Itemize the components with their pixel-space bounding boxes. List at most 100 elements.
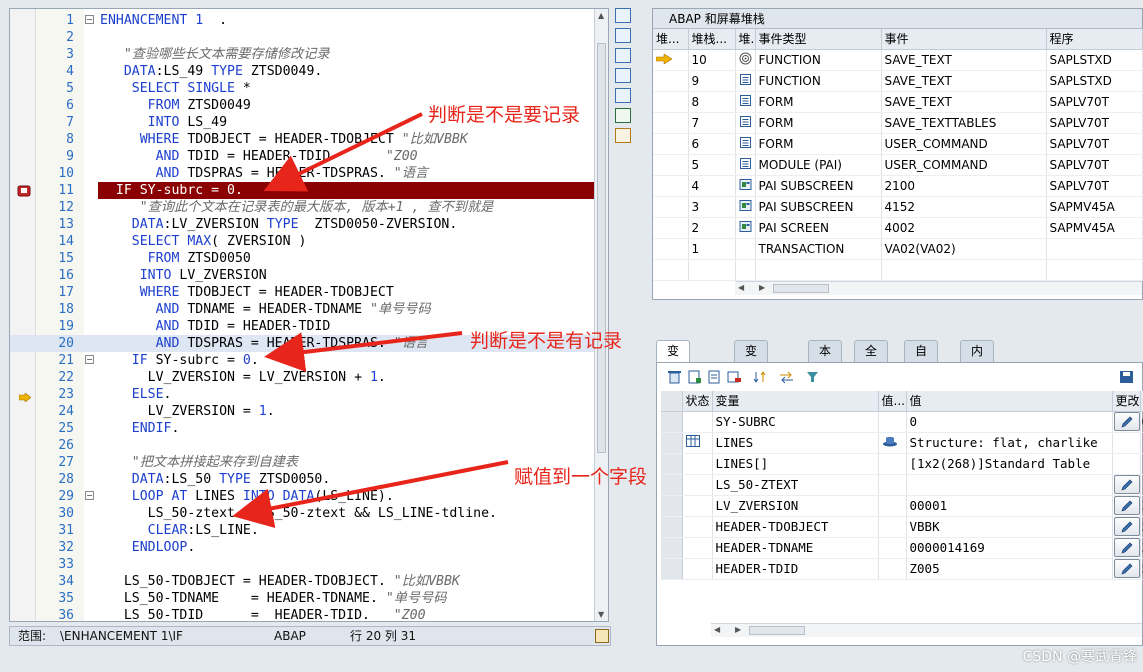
breakpoint-icon[interactable] (17, 184, 31, 197)
stack-row[interactable]: 8 FORM SAVE_TEXT SAPLV70T (653, 91, 1143, 113)
editor-vertical-scrollbar[interactable]: ▲ ▼ (594, 9, 608, 621)
tab-2[interactable]: 本地 (808, 340, 843, 379)
detail-view-icon[interactable] (882, 435, 898, 447)
code-line[interactable]: 25 ENDIF. (10, 420, 598, 437)
insert-icon[interactable] (687, 370, 702, 384)
stack-row[interactable]: 7 FORM SAVE_TEXTTABLES SAPLV70T (653, 112, 1143, 134)
delete-icon[interactable] (667, 370, 682, 384)
variable-column-header[interactable]: 值 (906, 391, 1113, 412)
code-line[interactable]: 10 AND TDSPRAS = HEADER-TDSPRAS. "语言 (10, 165, 598, 182)
stack-column-header[interactable]: 堆栈... (688, 29, 736, 50)
stack-scroll-thumb[interactable] (773, 284, 829, 293)
code-line[interactable]: 30 LS_50-ztext = LS_50-ztext && LS_LINE-… (10, 505, 598, 522)
row-selector[interactable] (661, 474, 683, 496)
variable-row[interactable]: HEADER-TDIDZ0055 (661, 558, 1143, 580)
tab-4[interactable]: 自动 (904, 340, 939, 379)
tab-1[interactable]: 变量 2 (734, 340, 769, 400)
code-line[interactable]: 24 LV_ZVERSION = 1. (10, 403, 598, 420)
notes-icon[interactable] (595, 629, 609, 643)
code-line[interactable]: 5 SELECT SINGLE * (10, 80, 598, 97)
copy-icon[interactable] (707, 370, 722, 384)
code-line[interactable]: 14 SELECT MAX( ZVERSION ) (10, 233, 598, 250)
scroll-thumb[interactable] (597, 43, 606, 453)
code-line[interactable]: 2 (10, 29, 598, 46)
edit-pencil-icon[interactable] (1113, 517, 1139, 536)
variable-column-header[interactable]: 状态 (682, 391, 713, 412)
code-line[interactable]: 26 (10, 437, 598, 454)
code-line[interactable]: 11 IF SY-subrc = 0. (10, 182, 598, 199)
stack-column-header[interactable]: 堆... (653, 29, 689, 50)
layout-icon[interactable] (615, 48, 631, 63)
fold-toggle-icon[interactable]: − (85, 355, 94, 364)
stack-horizontal-scrollbar[interactable]: ◀ ▶ (735, 281, 1142, 295)
remove-row-icon[interactable] (727, 370, 742, 384)
code-line[interactable]: 16 INTO LV_ZVERSION (10, 267, 598, 284)
code-line[interactable]: 22 LV_ZVERSION = LV_ZVERSION + 1. (10, 369, 598, 386)
variable-column-header[interactable]: 更改 (1112, 391, 1141, 412)
scroll-down-icon[interactable]: ▼ (598, 610, 604, 619)
code-line[interactable]: 36 LS_50-TDID = HEADER-TDID. "Z00 (10, 607, 598, 621)
stack-row[interactable]: 3 PAI SUBSCREEN 4152 SAPMV45A (653, 196, 1143, 218)
code-line[interactable]: 12 "查询此个文本在记录表的最大版本, 版本+1 , 查不到就是 (10, 199, 598, 216)
stack-row[interactable]: 4 PAI SUBSCREEN 2100 SAPLV70T (653, 175, 1143, 197)
code-line[interactable]: 8 WHERE TDOBJECT = HEADER-TDOBJECT "比如VB… (10, 131, 598, 148)
tab-0[interactable]: 变量 1 (656, 340, 691, 400)
filter-icon[interactable] (805, 370, 820, 384)
code-line[interactable]: 28 DATA:LS_50 TYPE ZTSD0050. (10, 471, 598, 488)
variable-column-header[interactable]: 变量 (712, 391, 879, 412)
tab-3[interactable]: 全局 (854, 340, 889, 379)
edit-pencil-icon[interactable] (1113, 412, 1139, 431)
stack-row[interactable]: 9 FUNCTION SAVE_TEXT SAPLSTXD (653, 70, 1143, 92)
stack-row[interactable]: 6 FORM USER_COMMAND SAPLV70T (653, 133, 1143, 155)
stack-row[interactable]: 1 TRANSACTION VA02(VA02) (653, 238, 1143, 260)
code-line[interactable]: 1 − ENHANCEMENT 1 . (10, 12, 598, 29)
row-selector[interactable] (661, 516, 683, 538)
code-line[interactable]: 4 DATA:LS_49 TYPE ZTSD0049. (10, 63, 598, 80)
variable-row[interactable]: HEADER-TDOBJECTVBBK5 (661, 516, 1143, 538)
variable-row[interactable]: HEADER-TDNAME00000141693 (661, 537, 1143, 559)
code-line[interactable]: 9 AND TDID = HEADER-TDID "Z00 (10, 148, 598, 165)
code-line[interactable]: 32 ENDLOOP. (10, 539, 598, 556)
tools-icon[interactable] (615, 128, 631, 143)
edit-pencil-icon[interactable] (1113, 496, 1139, 515)
transfer-icon[interactable] (779, 370, 794, 384)
code-line[interactable]: 27 "把文本拼接起来存到自建表 (10, 454, 598, 471)
var-scroll-thumb[interactable] (749, 626, 805, 635)
code-line[interactable]: 18 AND TDNAME = HEADER-TDNAME "单号号码 (10, 301, 598, 318)
code-line[interactable]: 17 WHERE TDOBJECT = HEADER-TDOBJECT (10, 284, 598, 301)
scroll-left-icon[interactable]: ◀ (738, 283, 744, 292)
variables-horizontal-scrollbar[interactable]: ◀ ▶ (711, 623, 1142, 637)
resize-horizontal-icon[interactable] (615, 88, 631, 103)
row-selector[interactable] (661, 453, 683, 475)
code-line[interactable]: 29 − LOOP AT LINES INTO DATA(LS_LINE). (10, 488, 598, 505)
stack-column-header[interactable]: 事件类型 (755, 29, 882, 50)
stack-row[interactable] (653, 259, 1143, 281)
row-selector[interactable] (661, 495, 683, 517)
edit-pencil-icon[interactable] (1113, 559, 1139, 578)
stack-row[interactable]: 5 MODULE (PAI) USER_COMMAND SAPLV70T (653, 154, 1143, 176)
scroll-up-icon[interactable]: ▲ (598, 11, 604, 20)
code-line[interactable]: 21 − IF SY-subrc = 0. (10, 352, 598, 369)
code-line[interactable]: 13 DATA:LV_ZVERSION TYPE ZTSD0050-ZVERSI… (10, 216, 598, 233)
row-selector[interactable] (661, 558, 683, 580)
fold-toggle-icon[interactable]: − (85, 491, 94, 500)
variable-row[interactable]: LINES Structure: flat, charlike (661, 432, 1143, 454)
variable-row[interactable]: LINES[] [1x2(268)]Standard Table (661, 453, 1143, 475)
swap-icon[interactable] (615, 108, 631, 123)
row-selector[interactable] (661, 411, 683, 433)
edit-pencil-icon[interactable] (1113, 475, 1139, 494)
close-window-icon[interactable] (615, 8, 631, 23)
fold-toggle-icon[interactable]: − (85, 15, 94, 24)
code-line[interactable]: 3 "查验哪些长文本需要存储修改记录 (10, 46, 598, 63)
edit-pencil-icon[interactable] (1113, 538, 1139, 557)
maximize-icon[interactable] (615, 68, 631, 83)
code-line[interactable]: 23 ELSE. (10, 386, 598, 403)
stack-row[interactable]: 10 FUNCTION SAVE_TEXT SAPLSTXD (653, 49, 1143, 71)
code-line[interactable]: 33 (10, 556, 598, 573)
save-icon[interactable] (1119, 370, 1134, 384)
variable-row[interactable]: LS_50-ZTEXT (661, 474, 1143, 496)
stack-column-header[interactable]: 堆. (735, 29, 756, 50)
code-line[interactable]: 15 FROM ZTSD0050 (10, 250, 598, 267)
tab-5[interactable]: 内存分析 (960, 340, 995, 421)
row-selector[interactable] (661, 432, 683, 454)
